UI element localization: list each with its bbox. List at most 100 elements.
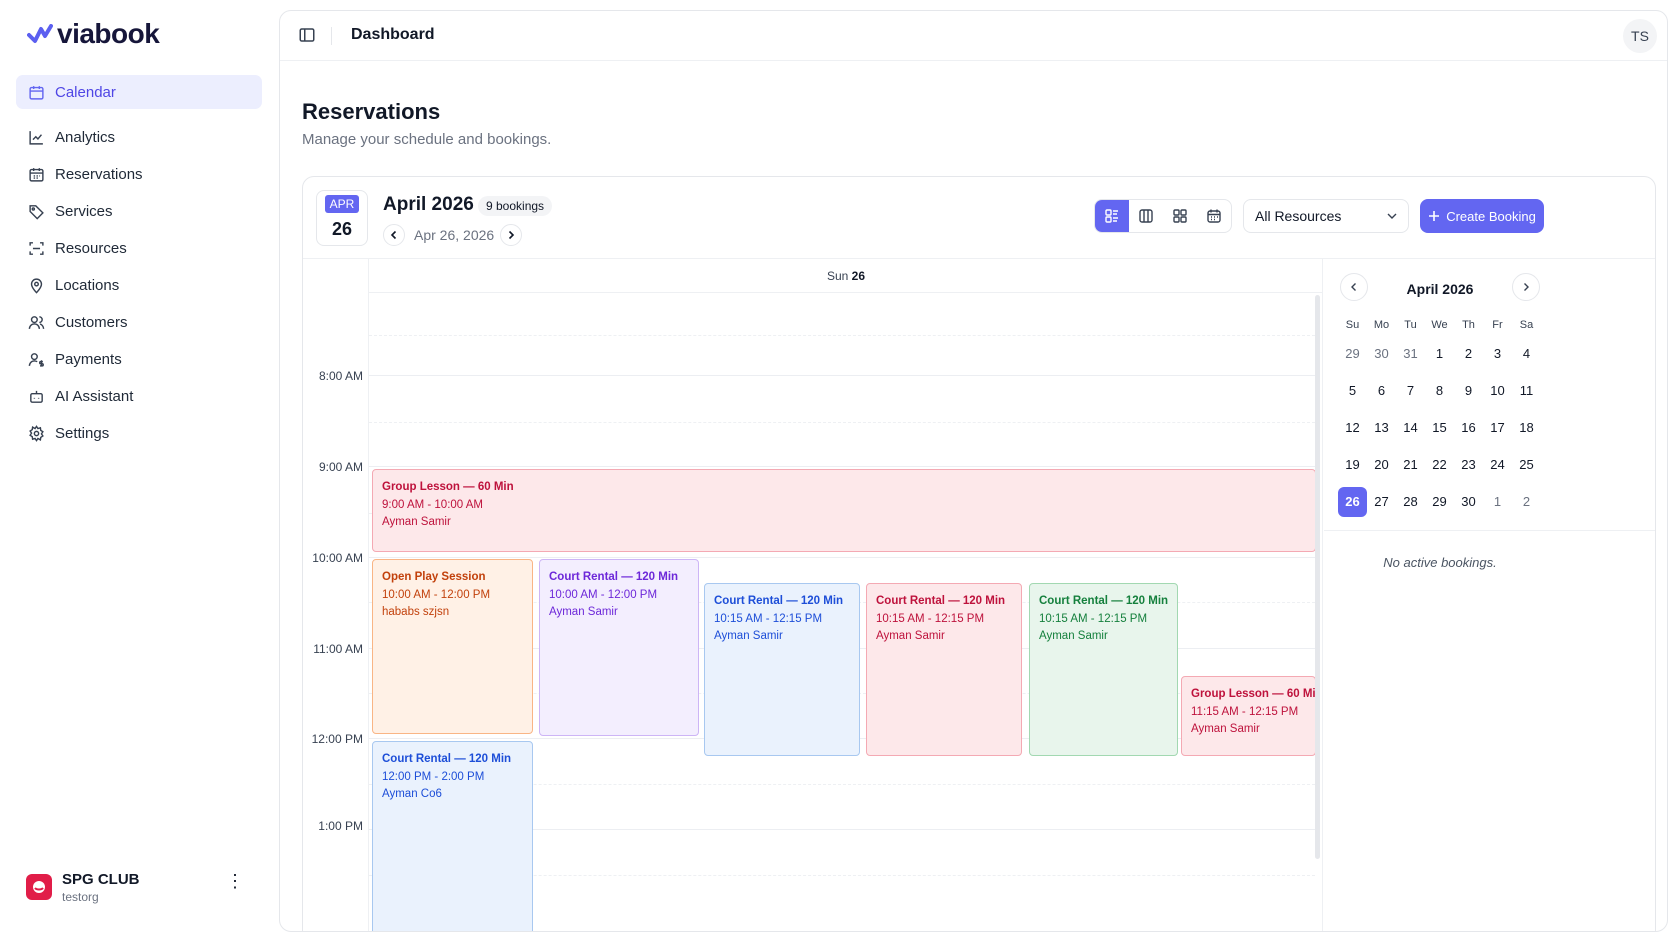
day-cell[interactable]: 31 bbox=[1396, 339, 1425, 369]
sidebar-item-analytics[interactable]: Analytics bbox=[16, 121, 262, 153]
day-cell[interactable]: 29 bbox=[1425, 487, 1454, 517]
sidebar-item-reservations[interactable]: Reservations bbox=[16, 158, 262, 190]
day-cell[interactable]: 21 bbox=[1396, 450, 1425, 480]
org-logo-icon bbox=[26, 874, 52, 900]
day-cell[interactable]: 6 bbox=[1367, 376, 1396, 406]
day-cell[interactable]: 2 bbox=[1512, 487, 1541, 517]
day-cell[interactable]: 7 bbox=[1396, 376, 1425, 406]
schedule-scrollbar[interactable] bbox=[1315, 295, 1320, 859]
day-cell[interactable]: 8 bbox=[1425, 376, 1454, 406]
mini-next-month-button[interactable] bbox=[1512, 273, 1540, 301]
sidebar-toggle-icon[interactable] bbox=[298, 26, 316, 44]
event-title: Open Play Session bbox=[382, 571, 486, 583]
event-person: Ayman Samir bbox=[1191, 723, 1260, 735]
list-view-button[interactable] bbox=[1095, 200, 1129, 232]
grid-view-icon bbox=[1173, 209, 1187, 223]
day-header-name: Sun bbox=[826, 269, 849, 283]
view-switcher bbox=[1094, 199, 1232, 233]
month-title: April 2026 bbox=[383, 194, 474, 215]
prev-day-button[interactable] bbox=[383, 224, 405, 246]
sidebar-item-label: Customers bbox=[55, 313, 128, 331]
event-person: Ayman Samir bbox=[382, 516, 451, 528]
day-cell[interactable]: 11 bbox=[1512, 376, 1541, 406]
sidebar-item-payments[interactable]: Payments bbox=[16, 343, 262, 375]
page-title: Reservations bbox=[302, 99, 441, 124]
day-cell[interactable]: 22 bbox=[1425, 450, 1454, 480]
day-cell[interactable]: 25 bbox=[1512, 450, 1541, 480]
create-booking-button[interactable]: Create Booking bbox=[1420, 199, 1544, 233]
gear-icon bbox=[29, 424, 44, 442]
avatar[interactable]: TS bbox=[1623, 19, 1657, 53]
day-cell[interactable]: 30 bbox=[1454, 487, 1483, 517]
day-cell[interactable]: 5 bbox=[1338, 376, 1367, 406]
sidebar-item-label: Settings bbox=[55, 424, 110, 442]
calendar-view-button[interactable] bbox=[1197, 200, 1231, 232]
org-menu-icon[interactable]: ⋮ bbox=[226, 871, 244, 891]
create-booking-label: Create Booking bbox=[1446, 208, 1536, 224]
day-cell[interactable]: 17 bbox=[1483, 413, 1512, 443]
page-subtitle: Manage your schedule and bookings. bbox=[302, 131, 552, 148]
day-cell[interactable]: 19 bbox=[1338, 450, 1367, 480]
booking-event[interactable]: Open Play Session 10:00 AM - 12:00 PM ha… bbox=[372, 559, 533, 734]
day-cell-selected[interactable]: 26 bbox=[1338, 487, 1367, 517]
booking-event[interactable]: Court Rental — 120 Min 10:15 AM - 12:15 … bbox=[1029, 583, 1178, 756]
grid-view-button[interactable] bbox=[1163, 200, 1197, 232]
event-title: Court Rental — 120 Min bbox=[876, 595, 1006, 607]
org-switcher[interactable]: SPG CLUB testorg ⋮ bbox=[26, 867, 256, 907]
day-cell[interactable]: 2 bbox=[1454, 339, 1483, 369]
day-cell[interactable]: 14 bbox=[1396, 413, 1425, 443]
sidebar: viabook Calendar Analytics Reservations … bbox=[0, 0, 262, 941]
day-cell[interactable]: 28 bbox=[1396, 487, 1425, 517]
sidebar-item-calendar[interactable]: Calendar bbox=[16, 75, 262, 109]
day-cell[interactable]: 29 bbox=[1338, 339, 1367, 369]
sidebar-item-ai-assistant[interactable]: AI Assistant bbox=[16, 380, 262, 412]
sidebar-item-label: AI Assistant bbox=[55, 387, 134, 405]
sidebar-item-label: Analytics bbox=[55, 128, 116, 146]
day-cell[interactable]: 24 bbox=[1483, 450, 1512, 480]
logo[interactable]: viabook bbox=[27, 18, 160, 50]
sidebar-item-customers[interactable]: Customers bbox=[16, 306, 262, 338]
time-label: 12:00 PM bbox=[311, 732, 363, 746]
day-cell[interactable]: 20 bbox=[1367, 450, 1396, 480]
event-person: Ayman Samir bbox=[876, 630, 945, 642]
weekday-label: Tu bbox=[1404, 319, 1417, 331]
sidebar-item-resources[interactable]: Resources bbox=[16, 232, 262, 264]
booking-event[interactable]: Court Rental — 120 Min 10:15 AM - 12:15 … bbox=[704, 583, 860, 756]
calendar-toolbar: APR 26 April 2026 9 bookings Apr 26, 202… bbox=[303, 177, 1655, 259]
columns-view-button[interactable] bbox=[1129, 200, 1163, 232]
sidebar-item-services[interactable]: Services bbox=[16, 195, 262, 227]
booking-event[interactable]: Group Lesson — 60 Min 11:15 AM - 12:15 P… bbox=[1181, 676, 1316, 756]
day-cell[interactable]: 4 bbox=[1512, 339, 1541, 369]
day-cell[interactable]: 10 bbox=[1483, 376, 1512, 406]
day-cell[interactable]: 13 bbox=[1367, 413, 1396, 443]
booking-event[interactable]: Court Rental — 120 Min 10:00 AM - 12:00 … bbox=[539, 559, 699, 736]
day-cell[interactable]: 1 bbox=[1483, 487, 1512, 517]
sidebar-item-locations[interactable]: Locations bbox=[16, 269, 262, 301]
weekday-label: Sa bbox=[1519, 319, 1534, 331]
day-cell[interactable]: 16 bbox=[1454, 413, 1483, 443]
day-cell[interactable]: 9 bbox=[1454, 376, 1483, 406]
sidebar-item-settings[interactable]: Settings bbox=[16, 417, 262, 449]
resource-select-value: All Resources bbox=[1255, 208, 1342, 224]
booking-event[interactable]: Group Lesson — 60 Min 9:00 AM - 10:00 AM… bbox=[372, 469, 1316, 552]
day-cell[interactable]: 18 bbox=[1512, 413, 1541, 443]
booking-event[interactable]: Court Rental — 120 Min 12:00 PM - 2:00 P… bbox=[372, 741, 533, 931]
day-cell[interactable]: 27 bbox=[1367, 487, 1396, 517]
event-time: 10:00 AM - 12:00 PM bbox=[549, 588, 658, 601]
resource-select[interactable]: All Resources bbox=[1243, 199, 1409, 233]
day-cell[interactable]: 12 bbox=[1338, 413, 1367, 443]
booking-event[interactable]: Court Rental — 120 Min 10:15 AM - 12:15 … bbox=[866, 583, 1022, 756]
day-cell[interactable]: 1 bbox=[1425, 339, 1454, 369]
tag-icon bbox=[29, 204, 44, 220]
date-badge-day: 26 bbox=[331, 219, 353, 239]
event-person: Ayman Samir bbox=[714, 630, 783, 642]
day-header-number: 26 bbox=[851, 269, 866, 283]
day-cell[interactable]: 3 bbox=[1483, 339, 1512, 369]
sidebar-item-label: Calendar bbox=[55, 83, 116, 101]
day-cell[interactable]: 23 bbox=[1454, 450, 1483, 480]
next-day-button[interactable] bbox=[500, 224, 522, 246]
day-cell[interactable]: 30 bbox=[1367, 339, 1396, 369]
time-label: 1:00 PM bbox=[318, 819, 363, 833]
half-hour-line bbox=[369, 422, 1315, 423]
day-cell[interactable]: 15 bbox=[1425, 413, 1454, 443]
